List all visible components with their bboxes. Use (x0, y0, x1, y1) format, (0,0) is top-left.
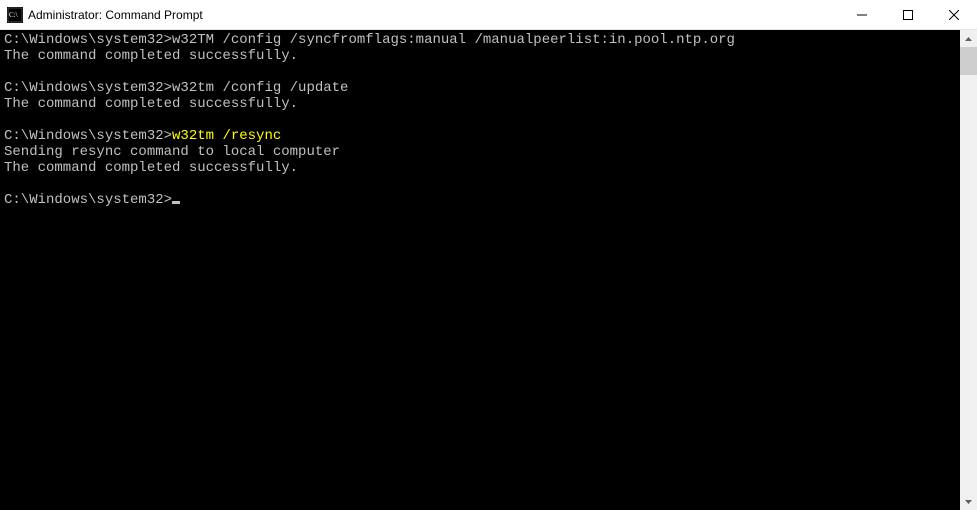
output-line: The command completed successfully. (4, 48, 298, 64)
chevron-down-icon (965, 500, 972, 504)
console-output[interactable]: C:\Windows\system32>w32TM /config /syncf… (0, 30, 960, 510)
command-text: w32tm /resync (172, 128, 281, 144)
output-line: The command completed successfully. (4, 96, 298, 112)
command-text: w32tm /config /update (172, 80, 348, 96)
scroll-up-button[interactable] (960, 30, 977, 47)
output-line: The command completed successfully. (4, 160, 298, 176)
cursor (172, 201, 180, 204)
minimize-button[interactable] (839, 0, 885, 29)
output-line: Sending resync command to local computer (4, 144, 340, 160)
prompt: C:\Windows\system32> (4, 32, 172, 48)
window: C:\ Administrator: Command Prompt (0, 0, 977, 510)
prompt: C:\Windows\system32> (4, 128, 172, 144)
prompt: C:\Windows\system32> (4, 80, 172, 96)
vertical-scrollbar[interactable] (960, 30, 977, 510)
window-controls (839, 0, 977, 29)
command-text: w32TM /config /syncfromflags:manual /man… (172, 32, 735, 48)
close-icon (949, 10, 959, 20)
close-button[interactable] (931, 0, 977, 29)
prompt: C:\Windows\system32> (4, 192, 172, 208)
maximize-icon (903, 10, 913, 20)
window-title: Administrator: Command Prompt (28, 8, 203, 22)
cmd-icon: C:\ (7, 7, 23, 23)
svg-text:C:\: C:\ (9, 11, 18, 19)
scroll-track[interactable] (960, 47, 977, 493)
console-wrap: C:\Windows\system32>w32TM /config /syncf… (0, 30, 977, 510)
minimize-icon (857, 10, 867, 20)
titlebar[interactable]: C:\ Administrator: Command Prompt (0, 0, 977, 30)
scroll-thumb[interactable] (960, 47, 977, 75)
scroll-down-button[interactable] (960, 493, 977, 510)
maximize-button[interactable] (885, 0, 931, 29)
chevron-up-icon (965, 37, 972, 41)
